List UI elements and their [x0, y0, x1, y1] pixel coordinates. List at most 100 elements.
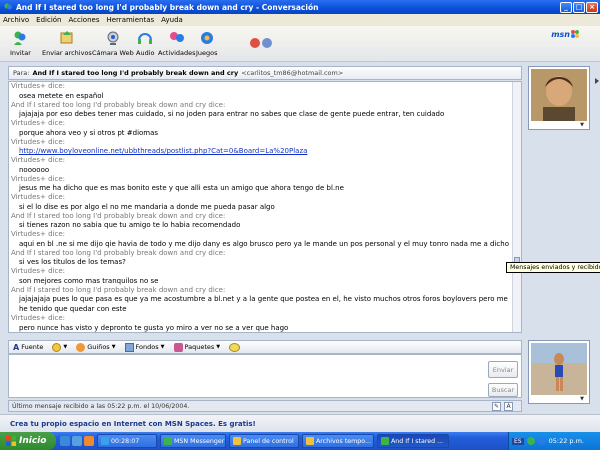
conversation-area: Para: And If I stared too long I'd proba…	[0, 62, 600, 414]
menu-acciones[interactable]: Acciones	[69, 16, 100, 24]
send-files-label: Enviar archivos	[42, 49, 92, 57]
format-bar: A Fuente ▼ Guiños ▼ Fondos ▼ Paquetes ▼	[8, 340, 522, 354]
taskbar-item[interactable]: And If I stared ...	[377, 434, 449, 448]
send-button[interactable]: Enviar	[488, 361, 518, 378]
msn-logo: msn	[551, 30, 570, 39]
message-sender: Virtudes+ dice:	[11, 267, 66, 275]
quick-launch	[60, 436, 94, 446]
message-sender: Virtudes+ dice:	[11, 119, 66, 127]
message-sender: Virtudes+ dice:	[11, 230, 66, 238]
audio-button[interactable]: Audio	[136, 29, 154, 57]
wink-icon	[76, 342, 86, 352]
taskbar-item-label: Archivos tempo...	[316, 437, 372, 445]
menu-herramientas[interactable]: Herramientas	[106, 16, 154, 24]
maximize-button[interactable]: □	[573, 1, 585, 13]
send-files-icon	[60, 31, 73, 44]
language-indicator[interactable]: ES	[512, 437, 524, 445]
message-sender: And If I stared too long I'd probably br…	[11, 248, 226, 257]
message-text: noooooo	[19, 165, 50, 174]
taskbar-item[interactable]: MSN Messenger	[160, 434, 226, 448]
handwriting-icon[interactable]: ✎	[492, 402, 501, 411]
minimize-button[interactable]: _	[560, 1, 572, 13]
taskbar-item-label: 00:28:07	[111, 437, 140, 445]
activities-label: Actividades	[158, 49, 196, 57]
webcam-button[interactable]: Cámara Web	[92, 29, 134, 57]
chevron-down-icon: ▼	[63, 344, 68, 350]
contact-name: And If I stared too long I'd probably br…	[32, 69, 239, 77]
last-message-status: Último mensaje recibido a las 05:22 p.m.…	[12, 402, 190, 410]
taskbar-item-label: Panel de control	[243, 437, 294, 445]
smiley-icon	[52, 342, 62, 352]
packages-button[interactable]: Paquetes ▼	[173, 342, 221, 352]
desktop-icon[interactable]	[72, 436, 82, 446]
taskbar-app-icon	[306, 437, 314, 445]
search-button[interactable]: Buscar	[488, 383, 518, 397]
invite-label: Invitar	[10, 49, 31, 57]
menu-archivo[interactable]: Archivo	[3, 16, 29, 24]
taskbar-item[interactable]: Archivos tempo...	[302, 434, 374, 448]
contact-photo	[531, 69, 587, 121]
winks-button[interactable]: Guiños ▼	[76, 342, 116, 352]
compose-box[interactable]: Enviar Buscar	[8, 354, 522, 398]
panel-collapse-icon[interactable]	[594, 66, 600, 96]
webcam-label: Cámara Web	[92, 49, 134, 57]
games-button[interactable]: Juegos	[196, 29, 218, 57]
message-text: he tenido que quedar con este	[19, 305, 127, 313]
messenger-tray-icon[interactable]	[537, 437, 546, 445]
background-icon	[124, 342, 134, 352]
chevron-down-icon[interactable]: ▼	[580, 396, 584, 402]
tooltip: Mensajes enviados y recibidos...	[506, 262, 600, 273]
chevron-down-icon[interactable]: ▼	[580, 122, 584, 128]
invite-button[interactable]: Invitar	[10, 29, 31, 57]
text-mode-icon[interactable]: A	[504, 402, 513, 411]
windows-flag-icon	[6, 436, 16, 446]
send-files-button[interactable]: Enviar archivos	[42, 29, 92, 57]
message-sender: Virtudes+ dice:	[11, 82, 66, 90]
message-sender: And If I stared too long I'd probably br…	[11, 100, 226, 109]
block-icon[interactable]	[250, 38, 260, 48]
audio-label: Audio	[136, 49, 155, 57]
webcam-icon	[107, 31, 119, 45]
network-icon[interactable]	[526, 437, 535, 445]
taskbar-item[interactable]: Panel de control	[229, 434, 299, 448]
backgrounds-button[interactable]: Fondos ▼	[124, 342, 165, 352]
activities-icon	[169, 32, 184, 42]
activities-button[interactable]: Actividades	[158, 29, 196, 57]
package-icon	[173, 342, 183, 352]
message-sender: Virtudes+ dice:	[11, 314, 66, 322]
message-text: aqui en bl .ne si me dijo qie havia de t…	[19, 239, 509, 248]
invite-icon	[14, 31, 26, 45]
menu-edicion[interactable]: Edición	[36, 16, 61, 24]
voice-clip-button[interactable]	[229, 342, 241, 352]
taskbar-item[interactable]: 00:28:07	[97, 434, 157, 448]
font-button[interactable]: A Fuente	[13, 343, 43, 352]
taskbar-app-icon	[101, 437, 109, 445]
message-sender: Virtudes+ dice:	[11, 174, 66, 183]
taskbar-app-icon	[164, 437, 172, 445]
settings-icon[interactable]	[262, 38, 272, 48]
chevron-down-icon: ▼	[111, 344, 116, 350]
media-icon[interactable]	[84, 436, 94, 446]
spaces-promo-link[interactable]: Crea tu propio espacio en Internet con M…	[0, 414, 600, 432]
headset-icon	[138, 33, 153, 44]
message-link[interactable]: http://www.boyloveonline.net/ubbthreads/…	[11, 146, 511, 156]
emoticon-button[interactable]: ▼	[52, 342, 68, 352]
browser-icon[interactable]	[60, 436, 70, 446]
start-button[interactable]: Inicio	[0, 432, 56, 450]
user-avatar[interactable]: ▼	[528, 340, 590, 404]
menu-ayuda[interactable]: Ayuda	[161, 16, 183, 24]
to-bar: Para: And If I stared too long I'd proba…	[8, 66, 522, 80]
window-title: And If I stared too long I'd probably br…	[16, 2, 319, 12]
message-sender: And If I stared too long I'd probably br…	[11, 211, 226, 220]
taskbar-app-icon	[233, 437, 241, 445]
close-button[interactable]: ×	[586, 1, 598, 13]
taskbar-item-label: And If I stared ...	[391, 437, 444, 445]
contact-avatar[interactable]: ▼	[528, 66, 590, 130]
history-scrollbar[interactable]	[512, 82, 521, 332]
message-history[interactable]: Virtudes+ dice: osea metete en español And…	[8, 81, 522, 333]
voice-clip-icon	[229, 342, 241, 352]
system-tray: ES 05:22 p.m.	[508, 432, 600, 450]
font-icon: A	[13, 342, 20, 352]
message-text: porque ahora veo y si otros pt #diomas	[19, 128, 159, 137]
chevron-down-icon: ▼	[216, 344, 221, 350]
